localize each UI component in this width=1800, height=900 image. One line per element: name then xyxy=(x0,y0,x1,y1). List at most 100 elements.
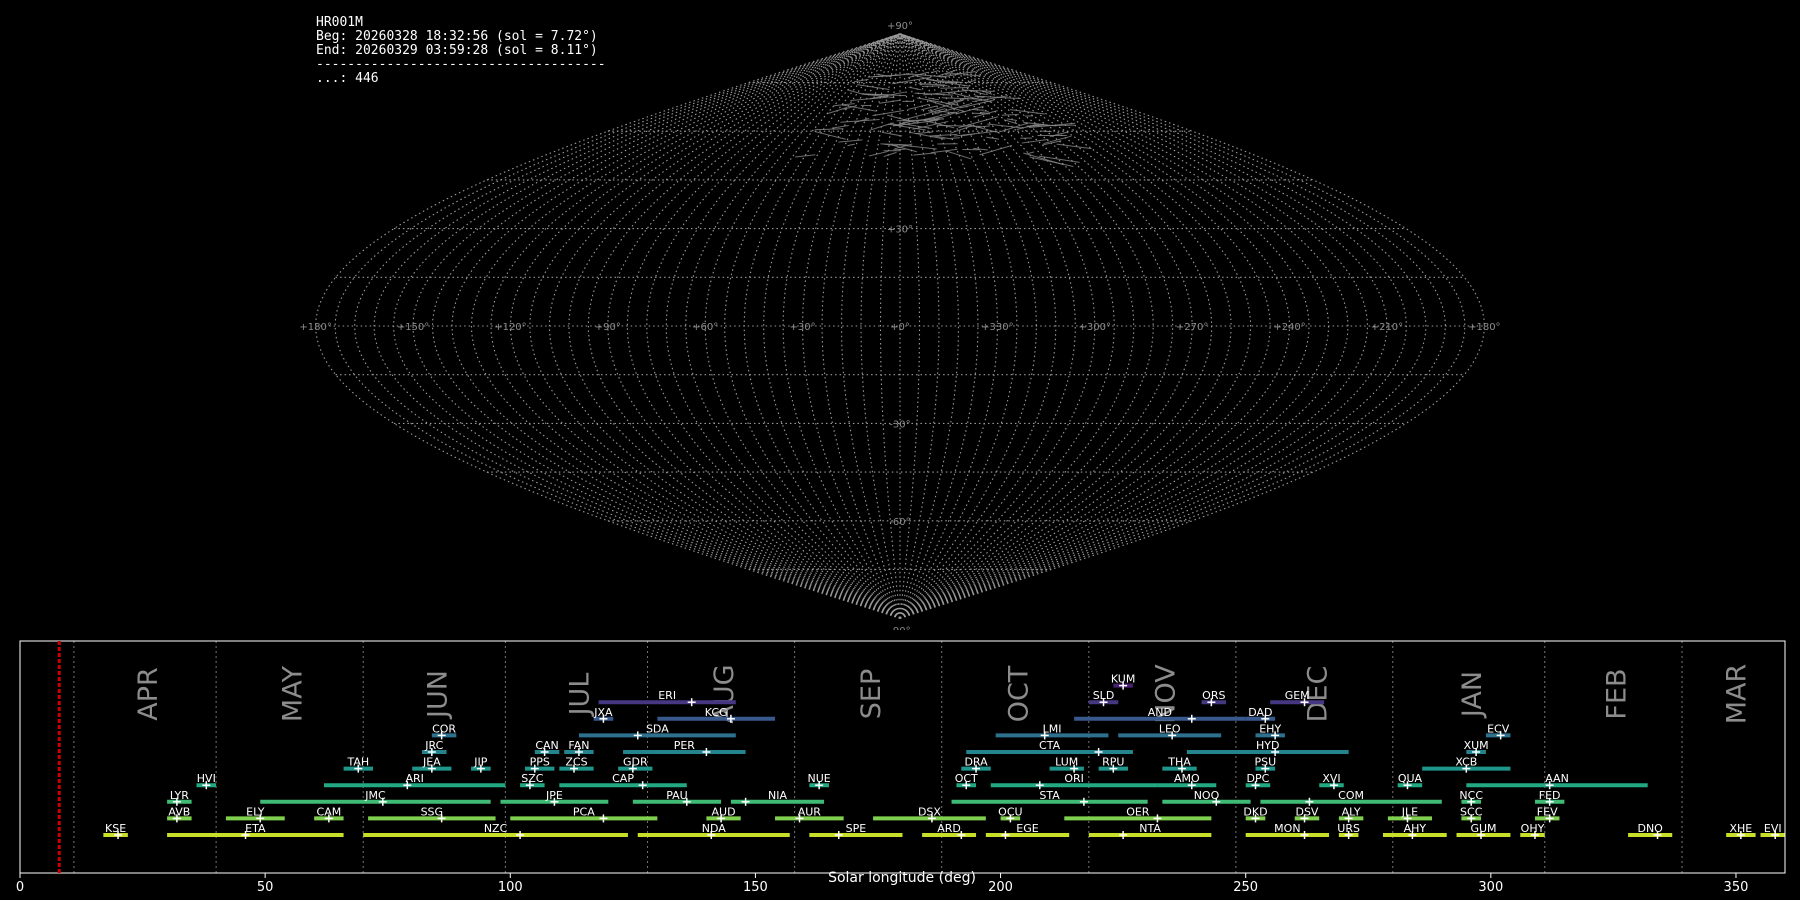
shower-label: THA xyxy=(1167,756,1191,769)
month-label: JUN xyxy=(422,670,453,720)
month-grid: APR MAY JUN JUL AUG SEP OCT NOV DEC JAN FEB MAR xyxy=(73,641,1753,873)
shower-label: NUE xyxy=(808,772,831,785)
shower-szc: SZC xyxy=(520,772,545,790)
shower-oct: OCT xyxy=(955,772,978,790)
shower-jip: JIP xyxy=(471,756,491,773)
shower-label: OER xyxy=(1126,805,1150,818)
x-tick-label: 150 xyxy=(743,880,768,895)
meridian-line xyxy=(412,33,901,619)
shower-ahy: AHY xyxy=(1382,822,1447,839)
shower-ocu: OCU xyxy=(998,805,1023,823)
shower-ely: ELY xyxy=(225,805,285,823)
meteor-track xyxy=(831,124,849,129)
shower-ard: ARD xyxy=(922,822,977,839)
shower-psu: PSU xyxy=(1254,756,1276,773)
latitude-label: +30° xyxy=(887,225,913,236)
shower-label: CAM xyxy=(317,805,342,818)
shower-label: NOO xyxy=(1194,789,1220,802)
shower-label: HYD xyxy=(1256,739,1279,752)
latitude-label: +90° xyxy=(887,21,913,32)
shower-noo: NOO xyxy=(1162,789,1251,806)
longitude-label: +300° xyxy=(1079,322,1111,333)
shower-label: AVB xyxy=(168,805,190,818)
longitude-label: +210° xyxy=(1371,322,1403,333)
longitude-label: +60° xyxy=(692,322,718,333)
shower-label: COM xyxy=(1338,789,1364,802)
meteor-track xyxy=(883,151,897,158)
shower-eta: ETA xyxy=(167,822,344,839)
shower-label: OCU xyxy=(998,805,1022,818)
shower-nzc: NZC xyxy=(363,822,628,839)
x-tick-label: 300 xyxy=(1478,880,1503,895)
shower-per: PER xyxy=(623,739,746,756)
longitude-label: +30° xyxy=(790,322,816,333)
shower-label: PER xyxy=(674,739,696,752)
shower-amo: AMO xyxy=(1157,772,1217,790)
shower-label: FEV xyxy=(1537,805,1558,818)
shower-label: AAN xyxy=(1545,772,1569,785)
x-tick-label: 50 xyxy=(257,880,274,895)
meteor-track xyxy=(850,96,888,101)
shower-label: CAN xyxy=(535,739,558,752)
shower-label: DSX xyxy=(918,805,941,818)
shower-ege: EGE xyxy=(985,822,1070,839)
x-axis-label: Solar longitude (deg) xyxy=(828,870,976,886)
shower-label: KUM xyxy=(1111,673,1135,686)
shower-zcs: ZCS xyxy=(559,756,594,773)
meteor-track xyxy=(913,152,936,156)
shower-label: ALY xyxy=(1342,805,1361,818)
shower-nta: NTA xyxy=(1088,822,1212,839)
shower-lum: LUM xyxy=(1049,756,1084,773)
meteor-track xyxy=(814,128,843,131)
shower-label: SZC xyxy=(521,772,544,785)
shower-label: AMO xyxy=(1174,772,1200,785)
shower-label: DAD xyxy=(1248,706,1272,719)
meteor-track xyxy=(838,139,863,143)
shower-label: DPC xyxy=(1247,772,1270,785)
shower-label: JLE xyxy=(1401,805,1418,818)
month-label: JUL xyxy=(564,673,595,718)
shower-label: NTA xyxy=(1139,822,1161,835)
shower-can: CAN xyxy=(534,739,560,756)
meteor-track xyxy=(929,133,958,137)
shower-and: AND xyxy=(1074,706,1246,723)
shower-label: ERI xyxy=(658,689,676,702)
meteor-track xyxy=(980,111,989,114)
month-label: MAR xyxy=(1722,664,1753,725)
meteor-track xyxy=(868,150,889,157)
shower-label: TAH xyxy=(346,756,369,769)
meteor-track xyxy=(840,118,880,123)
shower-hvi: HVI xyxy=(196,772,217,790)
meteor-track xyxy=(847,143,856,147)
shower-urs: URS xyxy=(1337,822,1360,839)
shower-leo: LEO xyxy=(1118,722,1222,740)
shower-hyd: HYD xyxy=(1186,739,1349,756)
shower-ecv: ECV xyxy=(1485,722,1511,740)
shower-label: SPE xyxy=(846,822,867,835)
shower-label: XCB xyxy=(1455,756,1477,769)
shower-label: NIA xyxy=(768,789,787,802)
shower-label: URS xyxy=(1337,822,1360,835)
shower-jpe: JPE xyxy=(500,789,609,806)
shower-label: AUR xyxy=(798,805,822,818)
meteor-track xyxy=(963,74,981,77)
meteor-track xyxy=(901,144,937,150)
month-label: MAY xyxy=(278,665,309,722)
longitude-label: +270° xyxy=(1176,322,1208,333)
meteor-track xyxy=(847,89,863,95)
shower-lyr: LYR xyxy=(167,789,192,806)
meteor-track xyxy=(953,130,998,137)
month-label: APR xyxy=(133,667,164,721)
shower-label: LUM xyxy=(1055,756,1078,769)
shower-label: DKD xyxy=(1243,805,1267,818)
meteor-track xyxy=(940,87,970,89)
shower-label: FED xyxy=(1539,789,1561,802)
shower-dad: DAD xyxy=(1245,706,1276,723)
shower-label: GDR xyxy=(623,756,648,769)
shower-com: COM xyxy=(1260,789,1442,806)
x-tick-label: 0 xyxy=(16,880,24,895)
shower-ors: ORS xyxy=(1201,689,1227,707)
shower-label: JIP xyxy=(473,756,487,769)
shower-nue: NUE xyxy=(808,772,831,790)
longitude-label: +180° xyxy=(299,322,331,333)
